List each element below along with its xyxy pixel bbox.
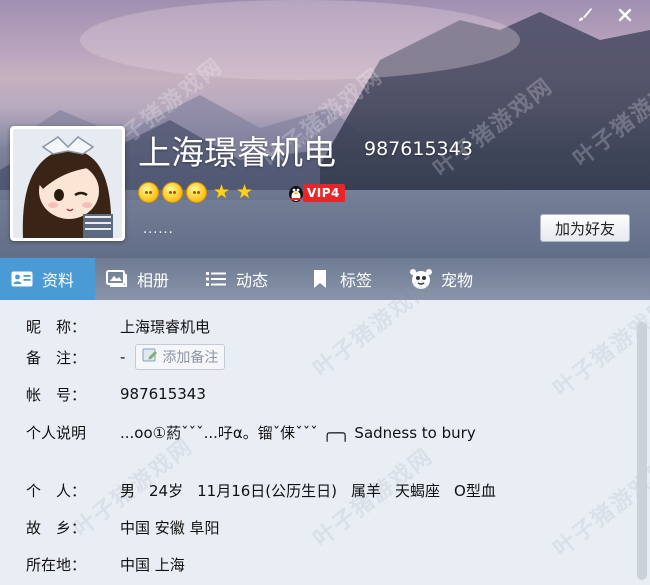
detail-row-nickname: 昵 称： 上海璟睿机电	[26, 314, 210, 338]
constellation-value: 天蝎座	[395, 481, 441, 500]
detail-value: 中国 安徽 阜阳	[120, 518, 220, 537]
tab-label: 相册	[137, 271, 170, 290]
profile-tabs: 资料 相册 动态 标签 宠物	[0, 258, 650, 300]
detail-row-bio: 个人说明 ...oo①葯ˇˇˇ...吇α。镏ˇ俫ˇˇˇ ╭─╮ Sadness …	[26, 420, 476, 444]
star-icon: ★	[213, 181, 231, 203]
tab-tags[interactable]: 标签	[298, 258, 399, 300]
tab-info[interactable]: 资料	[0, 258, 95, 300]
add-friend-button[interactable]: 加为好友	[540, 214, 630, 242]
tab-pets[interactable]: 宠物	[399, 258, 509, 300]
watermark: 叶子猪游戏网	[549, 293, 650, 403]
sun-icon	[162, 182, 183, 203]
edit-note-icon	[142, 348, 158, 366]
watermark: 叶子猪游戏网	[549, 453, 650, 563]
signature-preview: ......	[143, 222, 174, 237]
level-badges[interactable]: ★ ★	[138, 182, 253, 203]
detail-value: ...oo①葯ˇˇˇ...吇α。镏ˇ俫ˇˇˇ ╭─╮ Sadness to bu…	[120, 423, 476, 442]
blood-type-value: O型血	[454, 481, 496, 500]
avatar[interactable]	[10, 126, 125, 241]
bookmark-tag-icon	[308, 268, 332, 290]
tab-label: 资料	[42, 271, 75, 290]
avatar-image	[13, 129, 122, 238]
detail-value: 上海璟睿机电	[120, 317, 211, 336]
detail-value: 987615343	[120, 385, 206, 403]
add-note-label: 添加备注	[162, 350, 219, 366]
close-icon[interactable]	[614, 4, 636, 26]
detail-label: 帐 号：	[26, 385, 87, 404]
sun-icon	[138, 182, 159, 203]
window-controls	[574, 4, 636, 26]
profile-qq-number: 987615343	[364, 138, 473, 160]
tab-album[interactable]: 相册	[95, 258, 194, 300]
scrollbar[interactable]	[637, 322, 647, 580]
zodiac-value: 属羊	[351, 481, 382, 500]
birthday-value: 11月16日(公历生日)	[197, 481, 337, 500]
photo-album-icon	[105, 268, 129, 290]
gender-value: 男	[120, 481, 136, 500]
tab-label: 动态	[236, 271, 269, 290]
vip-level-label: VIP4	[303, 184, 345, 202]
tab-feed[interactable]: 动态	[194, 258, 298, 300]
tab-label: 标签	[340, 271, 373, 290]
detail-label: 备 注：	[26, 348, 87, 367]
profile-nickname: 上海璟睿机电	[138, 133, 336, 172]
feed-list-icon	[204, 268, 228, 290]
detail-row-hometown: 故 乡： 中国 安徽 阜阳	[26, 515, 220, 539]
detail-label: 个 人：	[26, 481, 87, 500]
profile-header: 叶子猪游戏网 WWW.YZZ.CN 叶子猪游戏网 叶子猪游戏网 叶子猪游戏网 上…	[0, 0, 650, 258]
detail-label: 个人说明	[26, 423, 87, 442]
tab-label: 宠物	[441, 271, 474, 290]
skin-brush-icon[interactable]	[574, 4, 596, 26]
detail-row-account: 帐 号： 987615343	[26, 382, 206, 406]
detail-label: 昵 称：	[26, 317, 87, 336]
detail-row-personal: 个 人： 男 24岁 11月16日(公历生日) 属羊 天蝎座 O型血	[26, 478, 496, 502]
star-icon: ★	[236, 181, 254, 203]
detail-row-note: 备 注： - 添加备注	[26, 344, 226, 370]
detail-row-location: 所在地： 中国 上海	[26, 552, 185, 576]
vip-badge[interactable]: VIP4	[286, 183, 345, 203]
profile-card-icon	[10, 268, 34, 290]
detail-value: -	[120, 348, 126, 366]
detail-label: 故 乡：	[26, 518, 87, 537]
age-value: 24岁	[149, 481, 184, 500]
sun-icon	[186, 182, 207, 203]
detail-value: 中国 上海	[120, 555, 185, 574]
detail-label: 所在地：	[26, 555, 87, 574]
add-note-button[interactable]: 添加备注	[135, 344, 226, 370]
pet-penguin-icon	[409, 268, 433, 290]
